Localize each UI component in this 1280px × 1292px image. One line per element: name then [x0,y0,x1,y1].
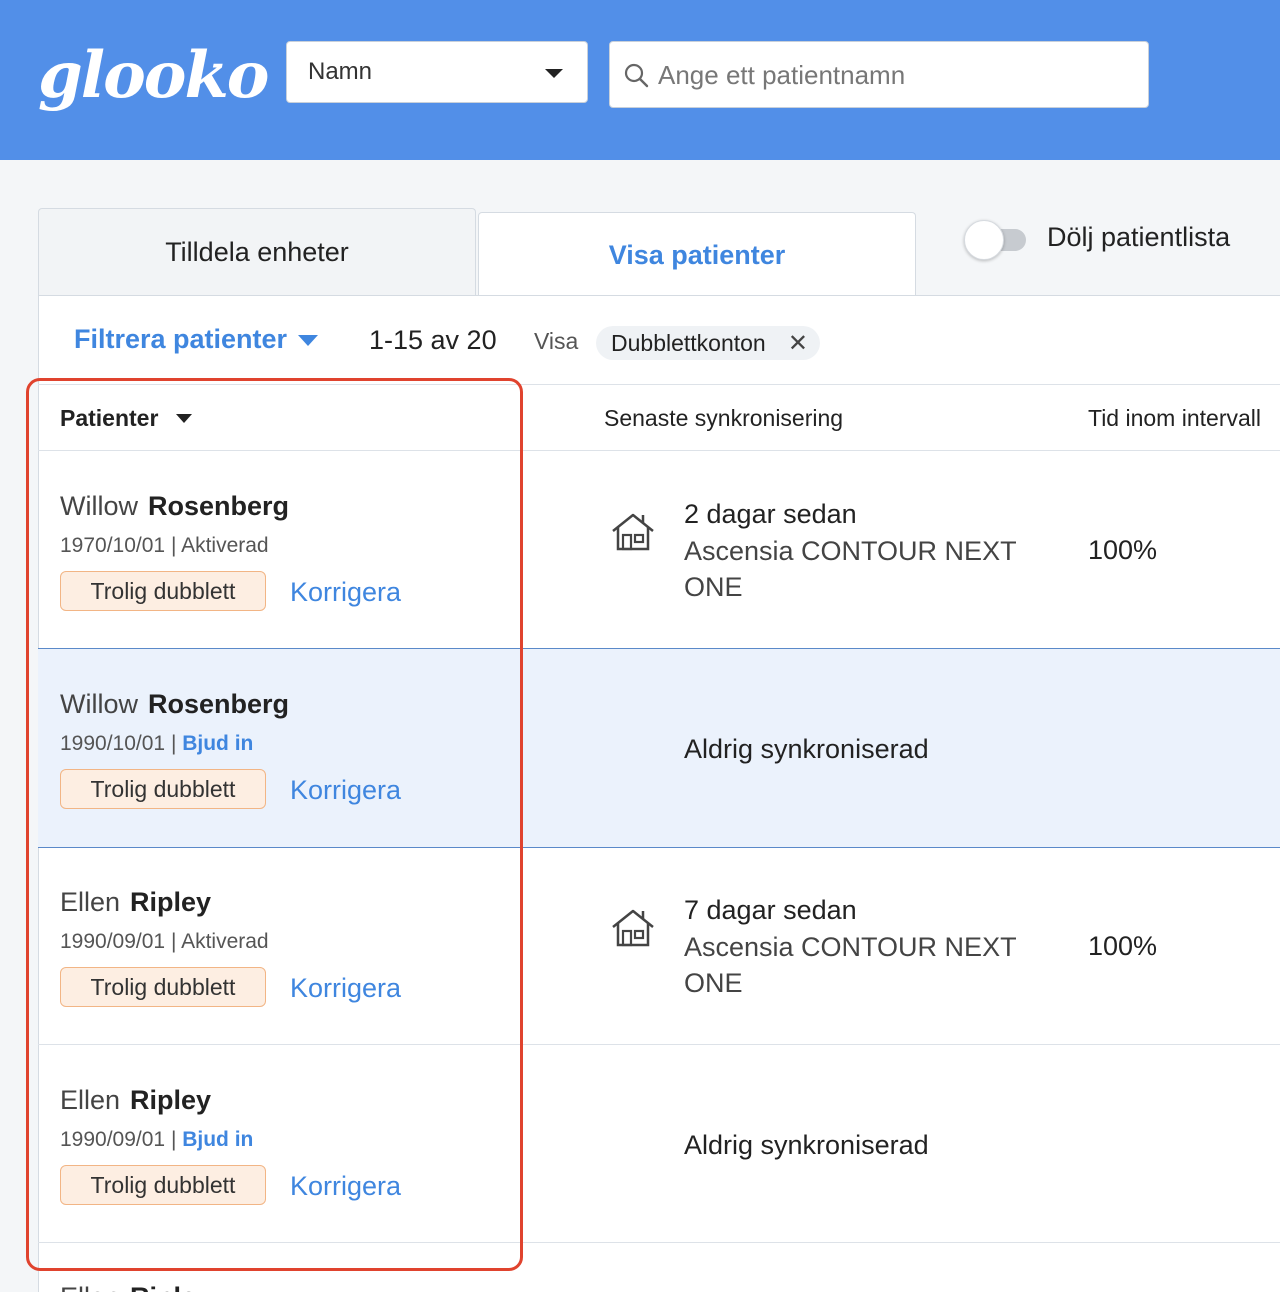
duplicate-badge: Trolig dubblett [60,769,266,809]
last-name: Rosenberg [148,689,290,719]
divider [38,384,1280,385]
dob: 1990/09/01 [60,1128,166,1151]
correct-link[interactable]: Korrigera [290,577,401,608]
filter-chip-duplicates: Dubblettkonton ✕ [596,326,820,360]
status-text: Aktiverad [181,534,269,557]
tab-label: Tilldela enheter [165,237,349,267]
patient-name[interactable]: Ellen Ripley [60,1085,211,1116]
chip-label: Dubblettkonton [611,329,766,356]
dob: 1990/09/01 [60,930,166,953]
column-header-time-in-range[interactable]: Tid inom intervall [1088,405,1261,432]
last-name: Rosenberg [148,491,290,521]
divider [38,1242,1280,1243]
patient-name[interactable]: Willow Rosenberg [60,491,289,522]
filter-patients-button[interactable]: Filtrera patienter [74,324,287,355]
last-name: Ripley [130,1282,211,1292]
pagination-range: 1-15 av 20 [369,325,497,355]
column-header-last-sync[interactable]: Senaste synkronisering [604,405,843,432]
patient-meta: 1970/10/01 | Aktiverad [60,534,269,557]
tab-label: Visa patienter [608,240,786,270]
time-in-range: 100% [1088,535,1158,565]
first-name: Ellen [60,1085,121,1115]
patient-search [609,41,1149,108]
close-icon[interactable]: ✕ [788,329,808,358]
patient-meta: 1990/09/01 | Bjud in [60,1128,254,1151]
sync-device: Ascensia CONTOUR NEXT ONE [684,932,1017,998]
patient-name-partial[interactable]: Ellen Ripley [60,1282,211,1292]
home-icon [612,513,654,551]
last-name: Ripley [130,1085,212,1115]
table-row[interactable]: Willow Rosenberg 1990/10/01 | Bjud in Tro… [38,648,1280,848]
patient-name[interactable]: Willow Rosenberg [60,689,289,720]
home-icon [612,909,654,947]
toggle-label: Dölj patientlista [1047,222,1231,252]
search-icon [624,63,649,88]
duplicate-badge: Trolig dubblett [60,1165,266,1205]
first-name: Ellen [60,887,121,917]
glooko-logo[interactable]: glooko [38,38,269,113]
sync-time: 2 dagar sedan [684,499,857,529]
app-header: glooko Namn [0,0,1280,160]
table-row[interactable]: Ellen Ripley 1990/09/01 | Bjud in Trolig … [38,1045,1280,1243]
tab-view-patients[interactable]: Visa patienter [478,212,916,298]
dob: 1970/10/01 [60,534,166,557]
sync-time: 7 dagar sedan [684,895,857,925]
show-label: Visa [534,328,579,354]
correct-link[interactable]: Korrigera [290,775,401,806]
chevron-down-icon [545,69,563,78]
first-name: Ellen [60,1282,120,1292]
patient-name[interactable]: Ellen Ripley [60,887,211,918]
patient-meta: 1990/09/01 | Aktiverad [60,930,269,953]
column-header-patients[interactable]: Patienter [60,405,158,432]
sync-never: Aldrig synkroniserad [684,1130,929,1160]
chevron-down-icon[interactable] [298,335,318,346]
first-name: Willow [60,689,138,719]
last-name: Ripley [130,887,212,917]
tab-assign-devices[interactable]: Tilldela enheter [38,208,476,296]
time-in-range: 100% [1088,931,1158,961]
search-input[interactable] [658,54,1128,96]
search-type-value: Namn [308,58,373,85]
search-type-select[interactable]: Namn [286,41,588,103]
toggle-knob [964,220,1004,260]
status-text: Aktiverad [181,930,269,953]
duplicate-badge: Trolig dubblett [60,571,266,611]
duplicate-badge: Trolig dubblett [60,967,266,1007]
invite-link[interactable]: Bjud in [182,732,253,755]
dob: 1990/10/01 [60,732,166,755]
sort-desc-icon[interactable] [176,414,192,423]
correct-link[interactable]: Korrigera [290,973,401,1004]
sync-device: Ascensia CONTOUR NEXT ONE [684,536,1017,602]
invite-link[interactable]: Bjud in [182,1128,253,1151]
correct-link[interactable]: Korrigera [290,1171,401,1202]
sync-never: Aldrig synkroniserad [684,734,929,764]
table-row[interactable]: Ellen Ripley 1990/09/01 | Aktiverad Troli… [38,847,1280,1045]
table-row[interactable]: Willow Rosenberg 1970/10/01 | Aktiverad T… [38,451,1280,649]
first-name: Willow [60,491,138,521]
hide-patient-list-toggle[interactable] [964,220,1028,260]
patient-meta: 1990/10/01 | Bjud in [60,732,254,755]
